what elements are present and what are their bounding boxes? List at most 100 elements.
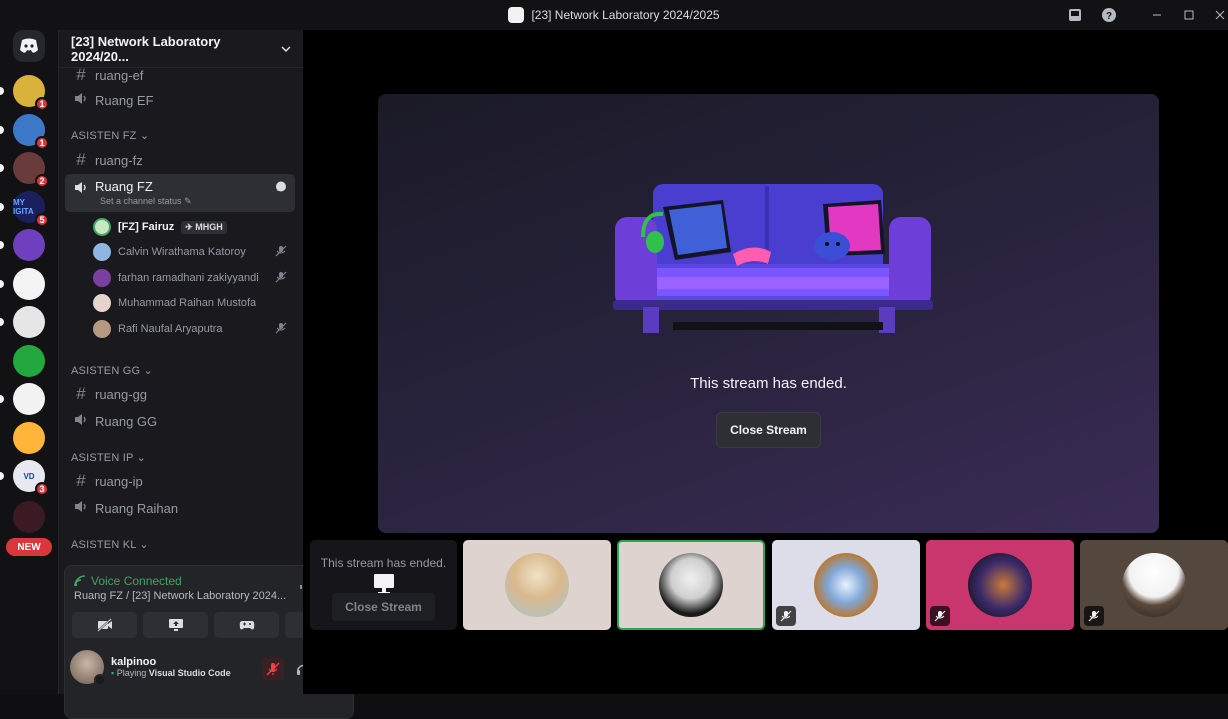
server-icon	[508, 7, 525, 23]
server-icon[interactable]	[13, 383, 45, 415]
channel-label: ruang-gg	[95, 386, 148, 402]
mini-close-stream-button[interactable]: Close Stream	[332, 593, 435, 621]
stream-area: This stream has ended. Close Stream This…	[303, 30, 1228, 694]
channel-sidebar: [23] Network Laboratory 2024/20... # rua…	[58, 30, 354, 719]
voice-status[interactable]: Voice Connected	[74, 574, 182, 588]
unread-indicator	[0, 126, 4, 134]
screen-share-button[interactable]	[143, 612, 208, 638]
channel-ruang-raihan-voice[interactable]: Ruang Raihan	[65, 495, 295, 521]
minimize-icon[interactable]	[1148, 6, 1166, 24]
unread-badge: 3	[35, 482, 49, 496]
camera-off-icon	[96, 618, 112, 632]
server-icon[interactable]: 1	[13, 114, 49, 150]
category-asisten-fz[interactable]: ASISTEN FZ ⌄	[71, 129, 149, 142]
channel-label: Ruang Raihan	[95, 500, 179, 516]
speaker-lock-icon	[73, 498, 89, 518]
unread-badge: 2	[35, 174, 49, 188]
avatar	[93, 320, 111, 338]
stream-ended-message: This stream has ended.	[690, 375, 847, 392]
avatar	[1122, 553, 1186, 617]
server-icon[interactable]: 2	[13, 152, 49, 188]
mic-muted-icon	[266, 662, 280, 676]
server-avatar	[13, 229, 45, 261]
category-asisten-ip[interactable]: ASISTEN IP ⌄	[71, 451, 146, 464]
avatar	[814, 553, 878, 617]
activities-button[interactable]	[214, 612, 279, 638]
server-icon[interactable]	[13, 422, 45, 454]
voice-user-name: Calvin Wirathama Katoroy	[118, 246, 246, 258]
help-icon[interactable]: ?	[1100, 6, 1118, 24]
server-icon[interactable]: VD 3	[13, 460, 49, 496]
server-name: [23] Network Laboratory 2024/20...	[71, 33, 221, 64]
window-title: [23] Network Laboratory 2024/2025	[0, 0, 1228, 30]
close-window-icon[interactable]	[1211, 6, 1228, 24]
mic-muted-icon	[275, 245, 287, 260]
stream-ended-stage: This stream has ended. Close Stream	[378, 94, 1159, 533]
channel-label: ruang-ip	[95, 473, 143, 489]
chat-bubble-icon[interactable]	[275, 181, 287, 196]
camera-button[interactable]	[72, 612, 137, 638]
voice-status-text: Voice Connected	[91, 574, 182, 588]
server-icon[interactable]	[13, 268, 45, 300]
channel-ruang-gg-text[interactable]: # ruang-gg	[65, 381, 295, 407]
unread-indicator	[0, 472, 4, 480]
channel-ruang-fz-text[interactable]: # ruang-fz	[65, 147, 295, 173]
server-icon[interactable]: MY IGITA 5	[13, 191, 49, 227]
avatar	[659, 553, 723, 617]
voice-channel-path[interactable]: Ruang FZ / [23] Network Laboratory 2024.…	[74, 590, 288, 602]
screen-share-icon	[168, 619, 183, 631]
hash-icon: #	[76, 471, 86, 490]
participant-tile-speaking[interactable]	[617, 540, 765, 630]
status-indicator	[94, 674, 106, 686]
close-stream-button[interactable]: Close Stream	[716, 412, 821, 448]
server-avatar	[13, 268, 45, 300]
avatar	[93, 218, 111, 236]
channel-ruang-gg-voice[interactable]: Ruang GG	[65, 408, 295, 434]
window-title-text: [23] Network Laboratory 2024/2025	[531, 8, 720, 22]
participant-tile[interactable]	[926, 540, 1074, 630]
server-icon[interactable]: 1	[13, 75, 49, 111]
participant-tile[interactable]	[463, 540, 611, 630]
voice-user[interactable]: Muhammad Raihan Mustofa	[93, 292, 293, 314]
channel-label: Ruang EF	[95, 92, 154, 108]
couch-illustration	[613, 184, 933, 333]
mic-muted-button[interactable]	[262, 658, 284, 680]
user-tag: ✈ MHGH	[181, 220, 227, 234]
stream-tile-ended[interactable]: This stream has ended. Close Stream	[310, 540, 457, 630]
server-avatar	[13, 422, 45, 454]
unread-indicator	[0, 318, 4, 326]
discord-home-icon[interactable]	[13, 30, 45, 62]
voice-user[interactable]: farhan ramadhani zakiyyandi	[93, 267, 293, 289]
maximize-icon[interactable]	[1180, 6, 1198, 24]
channel-status-hint[interactable]: Set a channel status ✎	[100, 196, 192, 207]
server-icon[interactable]	[13, 345, 45, 377]
channel-label: Ruang FZ	[95, 179, 153, 194]
participant-tile[interactable]	[1080, 540, 1228, 630]
inbox-icon[interactable]	[1066, 6, 1084, 24]
voice-user-name: farhan ramadhani zakiyyandi	[118, 272, 259, 284]
channel-ruang-ef-voice[interactable]: Ruang EF	[65, 87, 295, 113]
server-icon[interactable]	[13, 229, 45, 261]
title-bar: [23] Network Laboratory 2024/2025 ?	[0, 0, 1228, 30]
hash-icon: #	[76, 150, 86, 169]
unread-indicator	[0, 203, 4, 211]
participant-tile[interactable]	[772, 540, 920, 630]
voice-user[interactable]: [FZ] Fairuz ✈ MHGH	[93, 216, 293, 238]
mic-muted-icon	[275, 271, 287, 286]
voice-user[interactable]: Calvin Wirathama Katoroy	[93, 241, 293, 263]
channel-ruang-fz-voice[interactable]: Ruang FZ Set a channel status ✎	[65, 174, 295, 212]
avatar	[93, 269, 111, 287]
unread-indicator	[0, 280, 4, 288]
server-icon[interactable]	[13, 501, 45, 533]
avatar[interactable]	[70, 650, 106, 686]
mini-stream-ended-message: This stream has ended.	[320, 556, 447, 570]
server-icon[interactable]	[13, 306, 45, 338]
channel-ruang-ef-text[interactable]: # ruang-ef	[65, 62, 295, 88]
unread-badge: 1	[35, 136, 49, 150]
category-asisten-kl[interactable]: ASISTEN KL ⌄	[71, 538, 149, 551]
category-asisten-gg[interactable]: ASISTEN GG ⌄	[71, 364, 153, 377]
voice-user-name: Muhammad Raihan Mustofa	[118, 297, 257, 309]
new-badge[interactable]: NEW	[6, 538, 52, 556]
voice-user[interactable]: Rafi Naufal Aryaputra	[93, 318, 293, 340]
channel-ruang-ip-text[interactable]: # ruang-ip	[65, 468, 295, 494]
